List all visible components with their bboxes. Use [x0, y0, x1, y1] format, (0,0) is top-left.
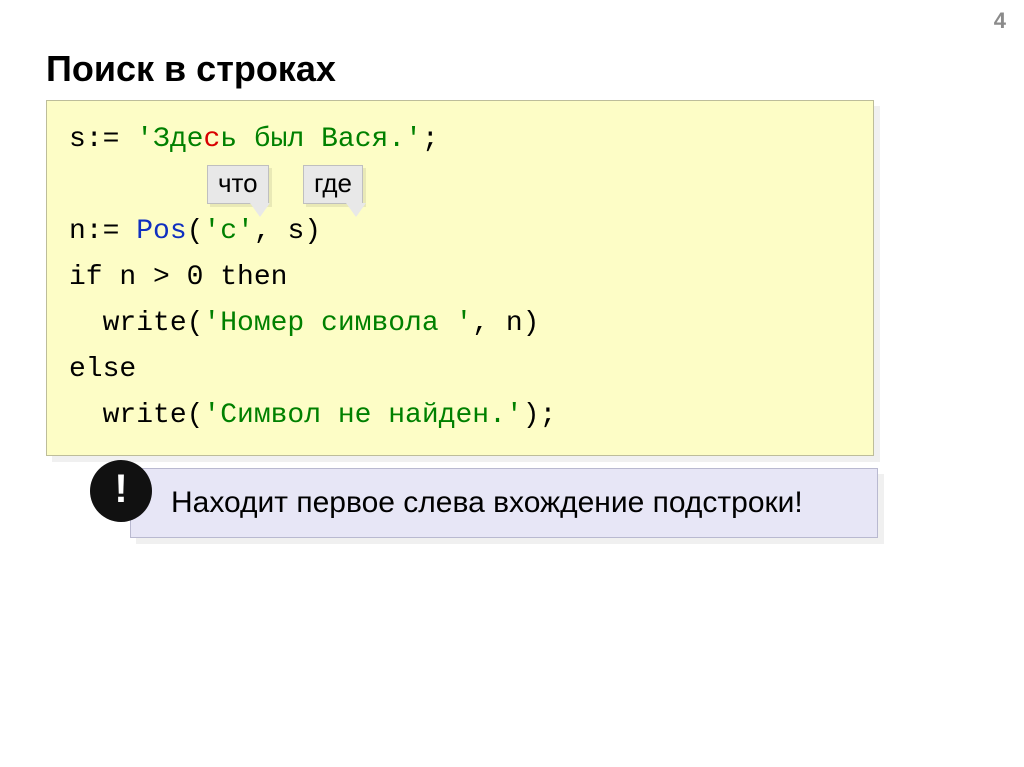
l7-rest: ); — [523, 400, 557, 431]
l4: if n > 0 then — [69, 262, 287, 293]
code-block: s:= 'Здесь был Вася.'; n:= Pos('с', s) i… — [46, 100, 874, 456]
page-number: 4 — [994, 8, 1006, 34]
page-title: Поиск в строках — [46, 48, 336, 90]
l3-fn: Pos — [136, 216, 186, 247]
exclamation-badge: ! — [90, 460, 152, 522]
note-text: Находит первое слева вхождение подстроки… — [171, 483, 857, 523]
code-content: s:= 'Здесь был Вася.'; n:= Pos('с', s) i… — [69, 117, 851, 439]
l2-blank — [69, 170, 86, 201]
l5-str: 'Номер символа ' — [203, 308, 472, 339]
l1-str-b: ь был Вася. — [220, 124, 405, 155]
l7-str: 'Символ не найден.' — [203, 400, 522, 431]
l5-rest: , n) — [472, 308, 539, 339]
l5-pre: write( — [69, 308, 203, 339]
exclamation-icon: ! — [114, 469, 127, 509]
tooltip-what: что — [207, 165, 269, 204]
l1-semicolon: ; — [422, 124, 439, 155]
l1-str-highlight: с — [203, 124, 220, 155]
slide: 4 Поиск в строках s:= 'Здесь был Вася.';… — [0, 0, 1024, 767]
l3-rest: , s) — [254, 216, 321, 247]
l7-pre: write( — [69, 400, 203, 431]
l1-str-a: Зде — [153, 124, 203, 155]
l1-pre: s:= — [69, 124, 136, 155]
note-box: Находит первое слева вхождение подстроки… — [130, 468, 878, 538]
l3-paren: ( — [187, 216, 204, 247]
l6: else — [69, 354, 136, 385]
l1-quote-open: ' — [136, 124, 153, 155]
l1-quote-close: ' — [405, 124, 422, 155]
tooltip-what-label: что — [218, 168, 258, 198]
l3-arg1: 'с' — [203, 216, 253, 247]
tooltip-where: где — [303, 165, 363, 204]
tooltip-where-label: где — [314, 168, 352, 198]
l3-pre: n:= — [69, 216, 136, 247]
